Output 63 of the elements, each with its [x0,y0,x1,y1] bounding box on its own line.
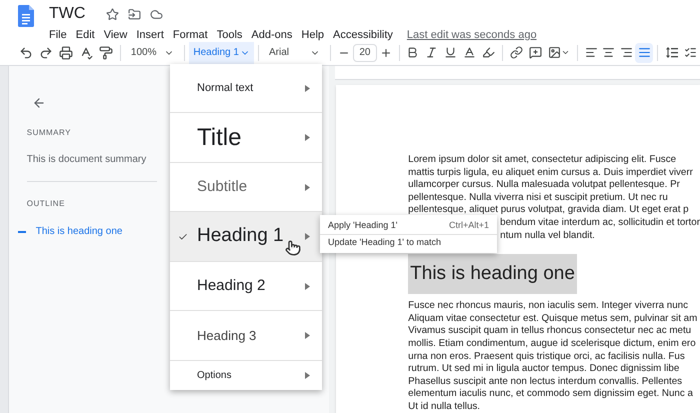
zoom-dropdown[interactable]: 100% [124,42,180,62]
style-menu-item[interactable]: Heading 3 [170,310,322,360]
text-line: Aliquam vitae consectetur est. Quisque metus sem, pulvinar sit am [408,312,698,326]
caret-right-icon [305,332,310,339]
folder-icon[interactable] [128,8,142,20]
style-menu-item[interactable]: Heading 2 [170,261,322,310]
submenu-item[interactable]: Apply 'Heading 1' Ctrl+Alt+1 [320,218,497,234]
menu-item[interactable]: Insert [136,27,164,44]
text-line: Phasellus suscipit ante non lectus interdum convallis. Pellentes [408,376,682,388]
menu-item[interactable]: Add-ons [251,27,292,44]
check-icon [178,232,188,242]
align-button[interactable] [635,42,654,62]
text-line: pellentesque, aliquet purus volutpat, gravida diam. Ut eget erat p [408,204,689,217]
text-line: Vivamus suscipit quam in tellus rhoncus consectetur nec ac metu [408,325,692,338]
text-line: Ut id nulla tellus. [408,400,480,413]
outline-item[interactable]: This is heading one [36,224,122,239]
text-line: mattis turpis ligula, eu aliquet enim cursus a. Duis imperdiet viverr [408,166,693,180]
align-icon [638,46,651,59]
align-icon [584,46,598,59]
summary-label: SUMMARY [26,127,71,139]
menu-item[interactable]: Help [301,27,324,44]
font-dropdown[interactable]: Arial [262,42,326,62]
caret-right-icon [305,134,310,141]
caret-right-icon [305,372,310,379]
caret-right-icon [305,184,310,190]
cloud-icon[interactable] [150,8,164,20]
style-menu-item[interactable]: Title [170,112,322,162]
menu-item[interactable]: View [104,27,128,44]
text-line: ntum nulla vel blandit. [500,230,595,242]
star-icon[interactable] [106,8,120,20]
text-line: ullamcorper cursus. Nulla malesuada volutpat pellentesque. Pr [408,179,680,192]
text-line: bendum vitae interdum ac, sollicitudin et tortor [500,216,700,230]
last-edit-link[interactable]: Last edit was seconds ago [406,27,537,44]
back-arrow-icon[interactable] [32,96,46,110]
summary-text[interactable]: This is document summary [26,152,146,167]
submenu-item[interactable]: Update 'Heading 1' to match [320,234,497,250]
text-line: mollis. Etiam condimentum, augue id scelerisque dictum, enim ero [408,338,696,351]
font-size-field[interactable]: 20 [353,44,377,62]
style-dropdown[interactable]: Heading 1 [189,42,254,64]
docs-logo-icon[interactable] [18,5,34,27]
menu-item[interactable]: Format [172,27,208,44]
hand-cursor-icon [285,240,301,256]
menu-item[interactable]: Accessibility [333,27,393,44]
caret-right-icon [305,282,310,290]
outline-label: OUTLINE [26,198,65,210]
text-line: rutrum. Ut sed mi in ligula auctor tempus. Donec dignissim libe [408,363,680,376]
caret-right-icon [305,233,310,240]
menu-item[interactable]: Tools [216,27,242,44]
align-icon [602,46,616,59]
align-icon [620,46,634,59]
text-line: elementum iaculis nunc, et commodo sem dignissim eget. Nunc a [408,388,693,401]
style-menu-item[interactable]: Options [170,360,322,390]
style-menu-item[interactable]: Heading 1 [170,211,322,261]
style-menu-item[interactable]: Normal text [170,64,322,112]
text-line: Lorem ipsum dolor sit amet, consectetur adipiscing elit. Fusce [408,154,676,167]
document-title[interactable]: TWC [49,2,86,26]
text-line: urna non eros. Praesent quis tristique orci, ac facilisis nulla. Fus [408,350,685,364]
menu-item[interactable]: File [49,27,67,44]
text-line: Fusce nec rhoncus mauris, non iaculis sem. Integer viverra nunc [408,300,688,313]
caret-right-icon [305,84,310,92]
text-line: pellentesque. Nulla viverra nisi et suscipit pretium. Ut nec ru [408,192,668,204]
document-heading: This is heading one [408,254,577,294]
menu-item[interactable]: Edit [76,27,95,44]
